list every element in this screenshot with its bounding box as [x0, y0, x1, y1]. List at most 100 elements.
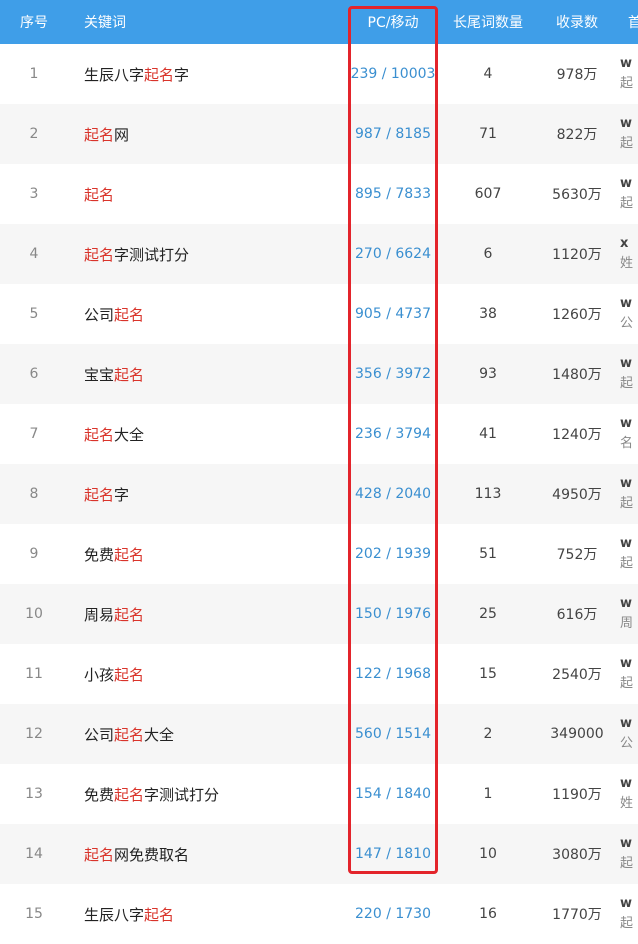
keyword-suffix: 网免费取名 [114, 845, 190, 864]
keyword-suffix: 网 [114, 125, 130, 144]
table-row[interactable]: 8 起名字 428 / 2040 113 4950万 w起 [0, 464, 638, 524]
table-row[interactable]: 14 起名网免费取名 147 / 1810 10 3080万 w起 [0, 824, 638, 884]
row-indexed: 1240万 [552, 427, 602, 443]
row-first-line1: w [620, 116, 633, 131]
table-row[interactable]: 9 免费起名 202 / 1939 51 752万 w起 [0, 524, 638, 584]
row-pc-mobile: 147 / 1810 [355, 846, 431, 862]
row-pc-mobile: 154 / 1840 [355, 786, 431, 802]
row-keyword[interactable]: 公司起名 [68, 284, 348, 344]
column-header-longtail[interactable]: 长尾词数量 [438, 0, 538, 44]
row-longtail: 6 [483, 246, 493, 262]
table-row[interactable]: 6 宝宝起名 356 / 3972 93 1480万 w起 [0, 344, 638, 404]
row-first-line1: w [620, 716, 633, 731]
row-indexed: 2540万 [552, 667, 602, 683]
keyword-suffix: 字 [114, 485, 130, 504]
table-row[interactable]: 15 生辰八字起名 220 / 1730 16 1770万 w起 [0, 884, 638, 944]
row-pc-mobile: 270 / 6624 [355, 246, 431, 262]
table-row[interactable]: 10 周易起名 150 / 1976 25 616万 w周 [0, 584, 638, 644]
row-first: w起 [616, 524, 638, 584]
row-pc-mobile: 122 / 1968 [355, 666, 431, 682]
row-first: w起 [616, 644, 638, 704]
row-keyword[interactable]: 起名 [68, 164, 348, 224]
column-header-seq[interactable]: 序号 [0, 0, 68, 44]
row-first: w姓 [616, 764, 638, 824]
row-longtail: 113 [474, 486, 502, 502]
row-keyword[interactable]: 宝宝起名 [68, 344, 348, 404]
table-body: 1 生辰八字起名字 239 / 10003 4 978万 w起 2 起名网 98… [0, 44, 638, 944]
row-longtail: 41 [479, 426, 497, 442]
row-keyword[interactable]: 公司起名大全 [68, 704, 348, 764]
table-row[interactable]: 11 小孩起名 122 / 1968 15 2540万 w起 [0, 644, 638, 704]
row-seq: 10 [25, 606, 43, 622]
row-indexed: 822万 [556, 127, 598, 143]
row-longtail: 25 [479, 606, 497, 622]
row-pc-mobile: 895 / 7833 [355, 186, 431, 202]
table-row[interactable]: 2 起名网 987 / 8185 71 822万 w起 [0, 104, 638, 164]
keyword-highlight: 起名 [114, 725, 145, 744]
keyword-highlight: 起名 [144, 65, 175, 84]
keyword-table: 序号 关键词 PC/移动 长尾词数量 收录数 首 1 生辰八字起名字 239 /… [0, 0, 638, 944]
table-row[interactable]: 1 生辰八字起名字 239 / 10003 4 978万 w起 [0, 44, 638, 104]
table-row[interactable]: 12 公司起名大全 560 / 1514 2 349000 w公 [0, 704, 638, 764]
row-keyword[interactable]: 小孩起名 [68, 644, 348, 704]
row-seq: 12 [25, 726, 43, 742]
keyword-prefix: 公司 [84, 305, 115, 324]
row-first: w起 [616, 464, 638, 524]
row-first-line2: 名 [620, 436, 634, 451]
keyword-prefix: 小孩 [84, 665, 115, 684]
row-keyword[interactable]: 起名网 [68, 104, 348, 164]
row-keyword[interactable]: 生辰八字起名字 [68, 44, 348, 104]
row-longtail: 16 [479, 906, 497, 922]
row-keyword[interactable]: 起名字测试打分 [68, 224, 348, 284]
row-first-line1: w [620, 776, 633, 791]
table-row[interactable]: 13 免费起名字测试打分 154 / 1840 1 1190万 w姓 [0, 764, 638, 824]
row-indexed: 616万 [556, 607, 598, 623]
keyword-suffix: 大全 [114, 425, 145, 444]
row-first-line1: w [620, 836, 633, 851]
table-header: 序号 关键词 PC/移动 长尾词数量 收录数 首 [0, 0, 638, 44]
table-row[interactable]: 5 公司起名 905 / 4737 38 1260万 w公 [0, 284, 638, 344]
row-pc-mobile: 239 / 10003 [350, 66, 436, 82]
row-first-line1: w [620, 176, 633, 191]
row-keyword[interactable]: 起名网免费取名 [68, 824, 348, 884]
row-first: w周 [616, 584, 638, 644]
keyword-prefix: 生辰八字 [84, 65, 145, 84]
row-first: w起 [616, 44, 638, 104]
row-first-line2: 起 [620, 196, 634, 211]
keyword-highlight: 起名 [114, 545, 145, 564]
keyword-highlight: 起名 [84, 125, 115, 144]
table-row[interactable]: 7 起名大全 236 / 3794 41 1240万 w名 [0, 404, 638, 464]
row-longtail: 51 [479, 546, 497, 562]
row-keyword[interactable]: 起名字 [68, 464, 348, 524]
row-pc-mobile: 236 / 3794 [355, 426, 431, 442]
row-first-line2: 起 [620, 136, 634, 151]
row-first: w名 [616, 404, 638, 464]
row-keyword[interactable]: 起名大全 [68, 404, 348, 464]
table-row[interactable]: 4 起名字测试打分 270 / 6624 6 1120万 x姓 [0, 224, 638, 284]
row-keyword[interactable]: 周易起名 [68, 584, 348, 644]
keyword-highlight: 起名 [84, 245, 115, 264]
keyword-suffix: 字测试打分 [114, 245, 190, 264]
row-first: w起 [616, 884, 638, 944]
row-first-line1: w [620, 476, 633, 491]
row-pc-mobile: 356 / 3972 [355, 366, 431, 382]
row-keyword[interactable]: 免费起名 [68, 524, 348, 584]
column-header-indexed[interactable]: 收录数 [538, 0, 616, 44]
row-first-line2: 起 [620, 76, 634, 91]
column-header-keyword[interactable]: 关键词 [68, 0, 348, 44]
keyword-prefix: 宝宝 [84, 365, 115, 384]
row-first-line1: w [620, 896, 633, 911]
keyword-highlight: 起名 [114, 665, 145, 684]
row-pc-mobile: 220 / 1730 [355, 906, 431, 922]
row-indexed: 1260万 [552, 307, 602, 323]
table-row[interactable]: 3 起名 895 / 7833 607 5630万 w起 [0, 164, 638, 224]
row-keyword[interactable]: 生辰八字起名 [68, 884, 348, 944]
row-first: w起 [616, 344, 638, 404]
row-indexed: 5630万 [552, 187, 602, 203]
row-first-line1: w [620, 296, 633, 311]
row-indexed: 3080万 [552, 847, 602, 863]
row-keyword[interactable]: 免费起名字测试打分 [68, 764, 348, 824]
column-header-first[interactable]: 首 [616, 0, 638, 44]
column-header-pc-mobile[interactable]: PC/移动 [348, 0, 438, 44]
row-pc-mobile: 202 / 1939 [355, 546, 431, 562]
